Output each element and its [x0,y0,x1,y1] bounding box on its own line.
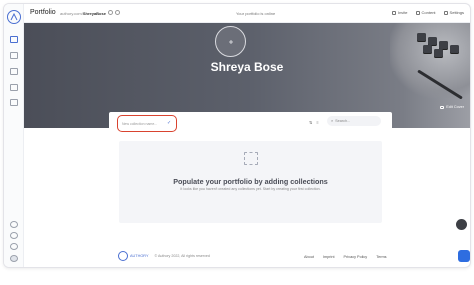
add-photo-icon [228,39,233,44]
footer-link-imprint[interactable]: Imprint [323,255,335,259]
keyboard-key [439,41,448,49]
status-text: Your portfolio is online [236,11,276,16]
url-actions [108,10,120,15]
settings-icon [443,10,448,15]
content-icon[interactable] [10,52,18,59]
invite-button[interactable]: Invite [391,10,408,15]
settings-button[interactable]: Settings [443,10,464,15]
feedback-widget-icon[interactable] [456,219,467,230]
newsletter-icon[interactable] [10,99,18,106]
app-title: Portfolio [30,9,56,16]
profile-name: Shreya Bose [210,60,284,74]
open-link-icon[interactable] [115,10,120,15]
authory-logo-icon[interactable] [7,10,21,24]
empty-state: Populate your portfolio by adding collec… [119,141,382,223]
avatar[interactable] [10,255,18,262]
keyboard-key [423,45,432,53]
footer-link-terms[interactable]: Terms [376,255,386,259]
chat-support-icon[interactable] [458,250,470,262]
sort-icon[interactable]: ⇅ [309,120,312,125]
camera-icon [440,105,445,109]
footer-brand: AUTHORY [130,254,149,258]
edit-cover-button[interactable]: Edit Cover [440,105,464,109]
empty-state-title: Populate your portfolio by adding collec… [173,177,328,186]
keyboard-key [434,49,443,57]
filter-icon[interactable]: ≡ [316,120,318,125]
keyboard-key [417,33,426,41]
portfolio-icon[interactable] [10,36,18,43]
footer-link-about[interactable]: About [304,255,314,259]
view-tools: ⇅ ≡ [309,120,319,125]
add-collection-icon [244,152,258,165]
search-icon: ⌕ [331,119,334,123]
profile-avatar[interactable] [215,26,246,57]
app-window: Portfolio authory.com/ShreyaBose Your po… [3,3,471,268]
collections-panel: New collection name... ✓ ⇅ ≡ ⌕ Search...… [109,112,392,230]
search-input[interactable]: ⌕ Search... [327,116,381,126]
sidebar [4,4,24,267]
footer-logo-icon[interactable] [118,251,128,261]
footer-links: About Imprint Privacy Policy Terms [304,255,387,259]
new-collection-input[interactable]: New collection name... ✓ [117,115,177,132]
top-bar: Portfolio authory.com/ShreyaBose Your po… [24,4,470,23]
confirm-check-icon[interactable]: ✓ [167,120,173,126]
empty-state-subtitle: It looks like you haven't created any co… [180,187,321,191]
top-nav: Invite Content Settings [391,10,464,15]
portfolio-url[interactable]: authory.com/ShreyaBose [60,11,106,16]
info-icon[interactable] [10,243,18,250]
collection-name-placeholder: New collection name... [122,121,158,126]
content-nav-icon [415,10,420,15]
notifications-icon[interactable] [10,232,18,239]
help-icon[interactable] [10,221,18,228]
copy-icon[interactable] [108,10,113,15]
footer-copyright: © Authory 2022, All rights reserved [154,254,210,258]
invite-icon [391,10,396,15]
analytics-icon[interactable] [10,84,18,91]
content-button[interactable]: Content [415,10,436,15]
footer-link-privacy[interactable]: Privacy Policy [344,255,368,259]
collections-icon[interactable] [10,68,18,75]
keyboard-key [428,37,437,45]
keyboard-key [450,45,459,53]
